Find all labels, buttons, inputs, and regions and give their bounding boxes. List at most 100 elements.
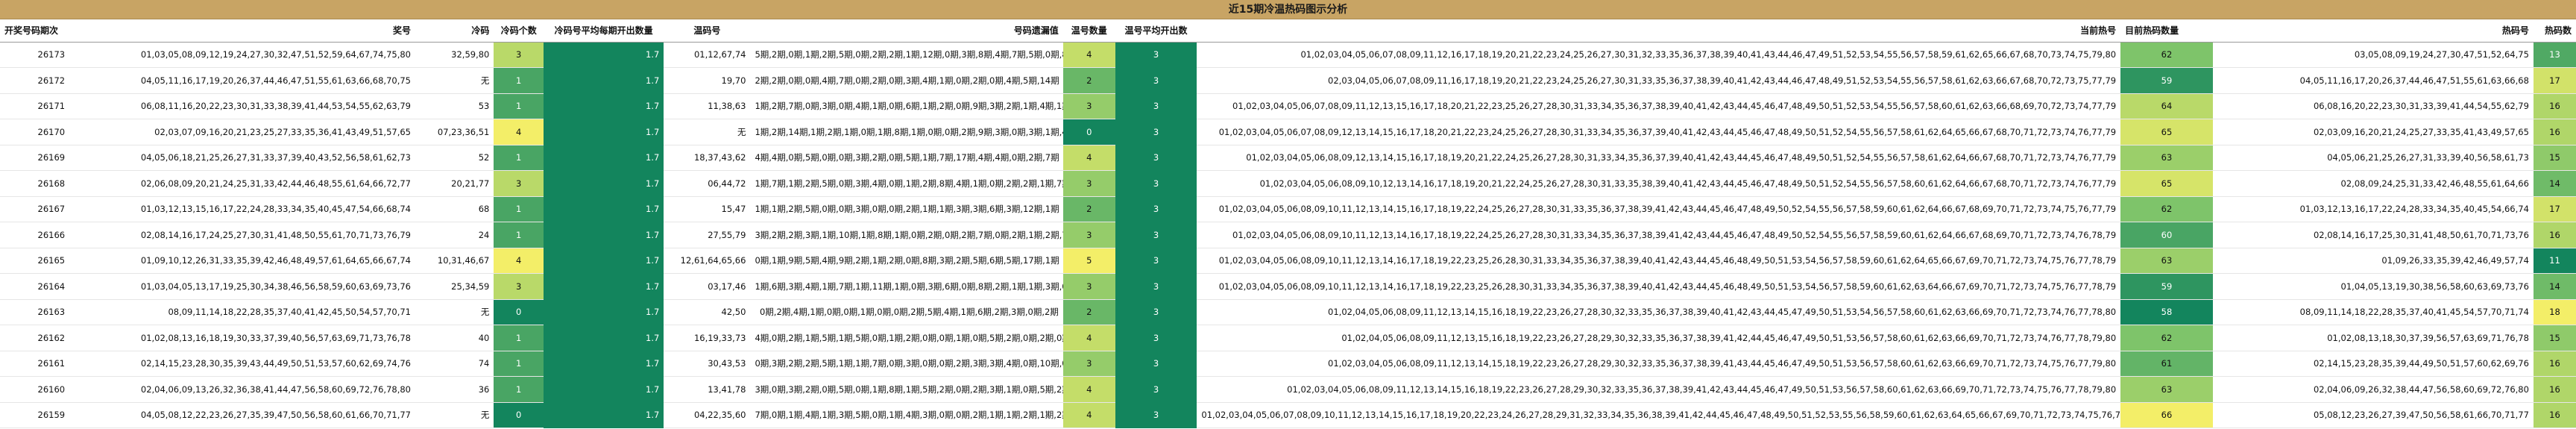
omission-cell: 1期,6期,3期,4期,1期,7期,1期,11期,1期,0期,3期,6期,0期,…	[750, 273, 1063, 300]
warm-count-cell: 2	[1062, 196, 1115, 222]
warm-cell: 27,55,79	[664, 222, 751, 248]
warm-cell: 11,38,63	[664, 93, 751, 119]
current-hot-cell: 01,02,03,04,05,06,08,09,11,12,13,14,15,1…	[1197, 351, 2121, 377]
current-hot-cell: 01,02,04,05,06,08,09,11,12,13,15,16,18,1…	[1197, 325, 2121, 351]
warm-avg-cell: 3	[1115, 119, 1197, 145]
hot-count-cell: 58	[2120, 299, 2213, 325]
hot-cell: 01,02,08,13,18,30,37,39,56,57,63,69,71,7…	[2212, 325, 2534, 351]
warm-avg-cell: 3	[1115, 248, 1197, 274]
cold-cell: 36	[415, 376, 494, 403]
hot-num-cell: 16	[2533, 119, 2576, 145]
hot-cell: 06,08,16,20,22,23,30,31,33,39,41,44,54,5…	[2212, 93, 2534, 119]
hot-count-cell: 62	[2120, 42, 2213, 68]
warm-avg-cell: 3	[1115, 376, 1197, 403]
cold-count-cell: 1	[494, 222, 544, 248]
warm-avg-cell: 3	[1115, 170, 1197, 197]
hot-cell: 02,04,06,09,26,32,38,44,47,56,58,60,69,7…	[2212, 376, 2534, 403]
hot-cell: 04,05,11,16,17,20,26,37,44,46,47,51,55,6…	[2212, 67, 2534, 94]
cold-avg-cell: 1.7	[544, 248, 664, 274]
cold-avg-cell: 1.7	[544, 273, 664, 300]
warm-cell: 13,41,78	[664, 376, 751, 403]
cold-avg-cell: 1.7	[544, 42, 664, 68]
cold-cell: 07,23,36,51	[415, 119, 494, 145]
current-hot-cell: 01,02,03,04,05,06,07,08,09,11,12,13,15,1…	[1197, 93, 2121, 119]
cold-avg-cell: 1.7	[544, 196, 664, 222]
warm-count-cell: 2	[1062, 67, 1115, 94]
cold-cell: 52	[415, 145, 494, 171]
cold-avg-cell: 1.7	[544, 170, 664, 197]
cold-count-cell: 3	[494, 273, 544, 300]
cold-count-cell: 1	[494, 351, 544, 377]
cold-cell: 68	[415, 196, 494, 222]
cold-avg-cell: 1.7	[544, 67, 664, 94]
period-cell: 26159	[0, 402, 103, 428]
warm-avg-cell: 3	[1115, 299, 1197, 325]
warm-cell: 15,47	[664, 196, 751, 222]
table-row: 26173 01,03,05,08,09,12,19,24,27,30,32,47…	[0, 42, 2576, 68]
table-row: 26167 01,03,12,13,15,16,17,22,24,28,33,34…	[0, 196, 2576, 222]
current-hot-cell: 01,02,03,04,05,06,08,09,12,13,14,15,16,1…	[1197, 145, 2121, 171]
analysis-table: 开奖号码期次 奖号 冷码 冷码个数 冷码号平均每期开出数量 温码号 号码遗漏值 …	[0, 19, 2576, 428]
hot-num-cell: 16	[2533, 402, 2576, 428]
omission-cell: 0期,1期,9期,5期,4期,9期,2期,1期,2期,0期,8期,3期,2期,5…	[750, 248, 1063, 274]
warm-avg-cell: 3	[1115, 273, 1197, 300]
cold-cell: 无	[415, 67, 494, 94]
current-hot-cell: 01,02,03,04,05,06,07,08,09,10,11,12,13,1…	[1197, 402, 2121, 428]
warm-count-cell: 3	[1062, 222, 1115, 248]
cold-count-cell: 3	[494, 170, 544, 197]
hot-count-cell: 60	[2120, 222, 2213, 248]
cold-avg-cell: 1.7	[544, 351, 664, 377]
cold-cell: 10,31,46,67	[415, 248, 494, 274]
cold-count-cell: 0	[494, 299, 544, 325]
warm-count-cell: 4	[1062, 402, 1115, 428]
current-hot-cell: 01,02,03,04,05,06,07,08,09,12,13,14,15,1…	[1197, 119, 2121, 145]
period-cell: 26160	[0, 376, 103, 403]
hot-num-cell: 14	[2533, 170, 2576, 197]
prize-cell: 02,14,15,23,28,30,35,39,43,44,49,50,51,5…	[102, 351, 415, 377]
omission-cell: 5期,2期,0期,1期,2期,5期,0期,2期,2期,1期,12期,0期,3期,…	[750, 42, 1063, 68]
cold-cell: 25,34,59	[415, 273, 494, 300]
warm-cell: 16,19,33,73	[664, 325, 751, 351]
header-warm-avg: 温号平均开出数	[1115, 19, 1197, 43]
current-hot-cell: 01,02,03,04,05,06,08,09,10,11,12,13,14,1…	[1197, 196, 2121, 222]
period-cell: 26169	[0, 145, 103, 171]
warm-avg-cell: 3	[1115, 145, 1197, 171]
omission-cell: 7期,0期,1期,4期,1期,3期,5期,0期,1期,4期,3期,0期,0期,2…	[750, 402, 1063, 428]
hot-count-cell: 62	[2120, 196, 2213, 222]
hot-count-cell: 64	[2120, 93, 2213, 119]
cold-avg-cell: 1.7	[544, 93, 664, 119]
hot-count-cell: 59	[2120, 67, 2213, 94]
current-hot-cell: 01,02,03,04,05,06,08,09,10,12,13,14,16,1…	[1197, 170, 2121, 197]
omission-cell: 0期,2期,4期,1期,0期,0期,1期,0期,0期,2期,5期,4期,1期,6…	[750, 299, 1063, 325]
prize-cell: 01,09,10,12,26,31,33,35,39,42,46,48,49,5…	[102, 248, 415, 274]
header-hot-num: 热码数	[2533, 19, 2576, 43]
warm-cell: 12,61,64,65,66	[664, 248, 751, 274]
hot-cell: 04,05,06,21,25,26,27,31,33,39,40,56,58,6…	[2212, 145, 2534, 171]
prize-cell: 02,03,07,09,16,20,21,23,25,27,33,35,36,4…	[102, 119, 415, 145]
omission-cell: 1期,2期,7期,0期,3期,0期,4期,1期,0期,6期,1期,2期,0期,9…	[750, 93, 1063, 119]
period-cell: 26170	[0, 119, 103, 145]
warm-cell: 42,50	[664, 299, 751, 325]
hot-num-cell: 16	[2533, 376, 2576, 403]
table-row: 26166 02,08,14,16,17,24,25,27,30,31,41,48…	[0, 222, 2576, 248]
prize-cell: 02,04,06,09,13,26,32,36,38,41,44,47,56,5…	[102, 376, 415, 403]
table-row: 26160 02,04,06,09,13,26,32,36,38,41,44,47…	[0, 376, 2576, 403]
hot-count-cell: 66	[2120, 402, 2213, 428]
hot-num-cell: 11	[2533, 248, 2576, 274]
period-cell: 26162	[0, 325, 103, 351]
period-cell: 26173	[0, 42, 103, 68]
cold-count-cell: 1	[494, 145, 544, 171]
warm-cell: 30,43,53	[664, 351, 751, 377]
prize-cell: 02,06,08,09,20,21,24,25,31,33,42,44,46,4…	[102, 170, 415, 197]
warm-cell: 01,12,67,74	[664, 42, 751, 68]
warm-avg-cell: 3	[1115, 351, 1197, 377]
current-hot-cell: 01,02,03,04,05,06,08,09,10,11,12,13,14,1…	[1197, 248, 2121, 274]
hot-num-cell: 18	[2533, 299, 2576, 325]
cold-cell: 32,59,80	[415, 42, 494, 68]
cold-count-cell: 4	[494, 119, 544, 145]
table-row: 26163 08,09,11,14,18,22,28,35,37,40,41,42…	[0, 299, 2576, 325]
warm-avg-cell: 3	[1115, 93, 1197, 119]
cold-avg-cell: 1.7	[544, 325, 664, 351]
cold-count-cell: 1	[494, 376, 544, 403]
hot-count-cell: 62	[2120, 325, 2213, 351]
